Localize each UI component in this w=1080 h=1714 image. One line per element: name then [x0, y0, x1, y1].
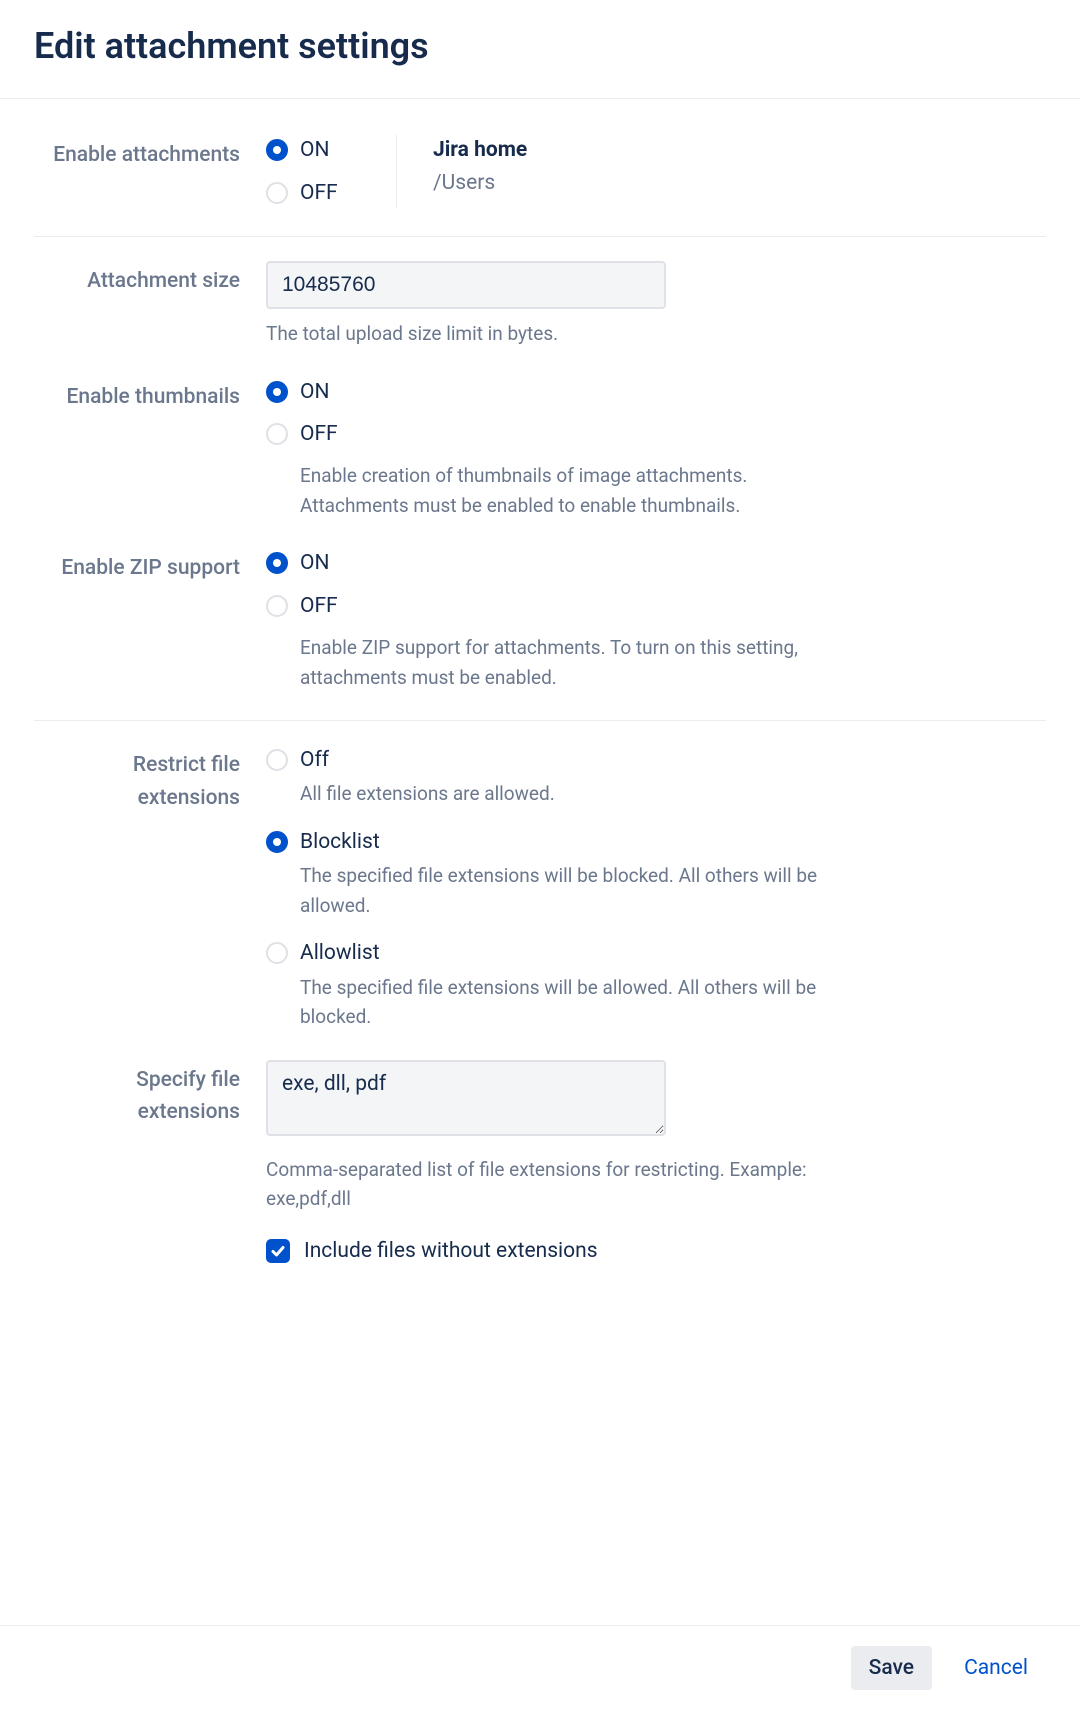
radio-zip-off[interactable]: OFF — [266, 591, 1046, 621]
label-specify: Specify file extensions — [34, 1060, 266, 1129]
footer: Save Cancel — [0, 1625, 1080, 1714]
section-restrict: Restrict file extensions Off All file ex… — [34, 721, 1046, 1294]
restrict-off-help: All file extensions are allowed. — [300, 779, 830, 808]
label-enable-zip: Enable ZIP support — [34, 548, 266, 585]
radio-thumbnails-off[interactable]: OFF — [266, 419, 1046, 449]
cancel-button[interactable]: Cancel — [946, 1646, 1046, 1690]
checkbox-icon — [266, 1239, 290, 1263]
save-button[interactable]: Save — [851, 1646, 932, 1690]
zip-help: Enable ZIP support for attachments. To t… — [300, 633, 860, 692]
label-attachment-size: Attachment size — [34, 261, 266, 298]
label-enable-thumbnails: Enable thumbnails — [34, 377, 266, 414]
radio-icon — [266, 942, 288, 964]
restrict-allow-help: The specified file extensions will be al… — [300, 973, 830, 1032]
label-enable-attachments: Enable attachments — [34, 135, 266, 172]
radio-restrict-blocklist[interactable]: Blocklist — [266, 827, 1046, 857]
attachment-size-help: The total upload size limit in bytes. — [266, 319, 826, 348]
label-restrict: Restrict file extensions — [34, 745, 266, 814]
radio-enable-attachments-on[interactable]: ON — [266, 135, 376, 165]
radio-enable-attachments-off[interactable]: OFF — [266, 178, 376, 208]
radio-zip-on[interactable]: ON — [266, 548, 1046, 578]
radio-icon — [266, 749, 288, 771]
specify-extensions-textarea[interactable] — [266, 1060, 666, 1136]
radio-icon — [266, 552, 288, 574]
radio-icon — [266, 423, 288, 445]
radio-icon — [266, 381, 288, 403]
page-header: Edit attachment settings — [0, 0, 1080, 99]
checkbox-include-no-ext[interactable]: Include files without extensions — [266, 1236, 1046, 1266]
radio-thumbnails-on[interactable]: ON — [266, 377, 1046, 407]
section-enable-attachments: Enable attachments ON OFF Jira home /Use… — [34, 99, 1046, 237]
radio-icon — [266, 182, 288, 204]
radio-restrict-allowlist[interactable]: Allowlist — [266, 938, 1046, 968]
radio-icon — [266, 831, 288, 853]
restrict-block-help: The specified file extensions will be bl… — [300, 861, 830, 920]
radio-restrict-off[interactable]: Off — [266, 745, 1046, 775]
jira-home-info: Jira home /Users — [433, 135, 527, 198]
vertical-divider — [396, 135, 397, 208]
section-attachment-options: Attachment size The total upload size li… — [34, 237, 1046, 721]
radio-icon — [266, 595, 288, 617]
page-title: Edit attachment settings — [34, 20, 1046, 72]
thumbnails-help: Enable creation of thumbnails of image a… — [300, 461, 860, 520]
radio-icon — [266, 139, 288, 161]
attachment-size-input[interactable] — [266, 261, 666, 309]
specify-help: Comma-separated list of file extensions … — [266, 1155, 826, 1214]
